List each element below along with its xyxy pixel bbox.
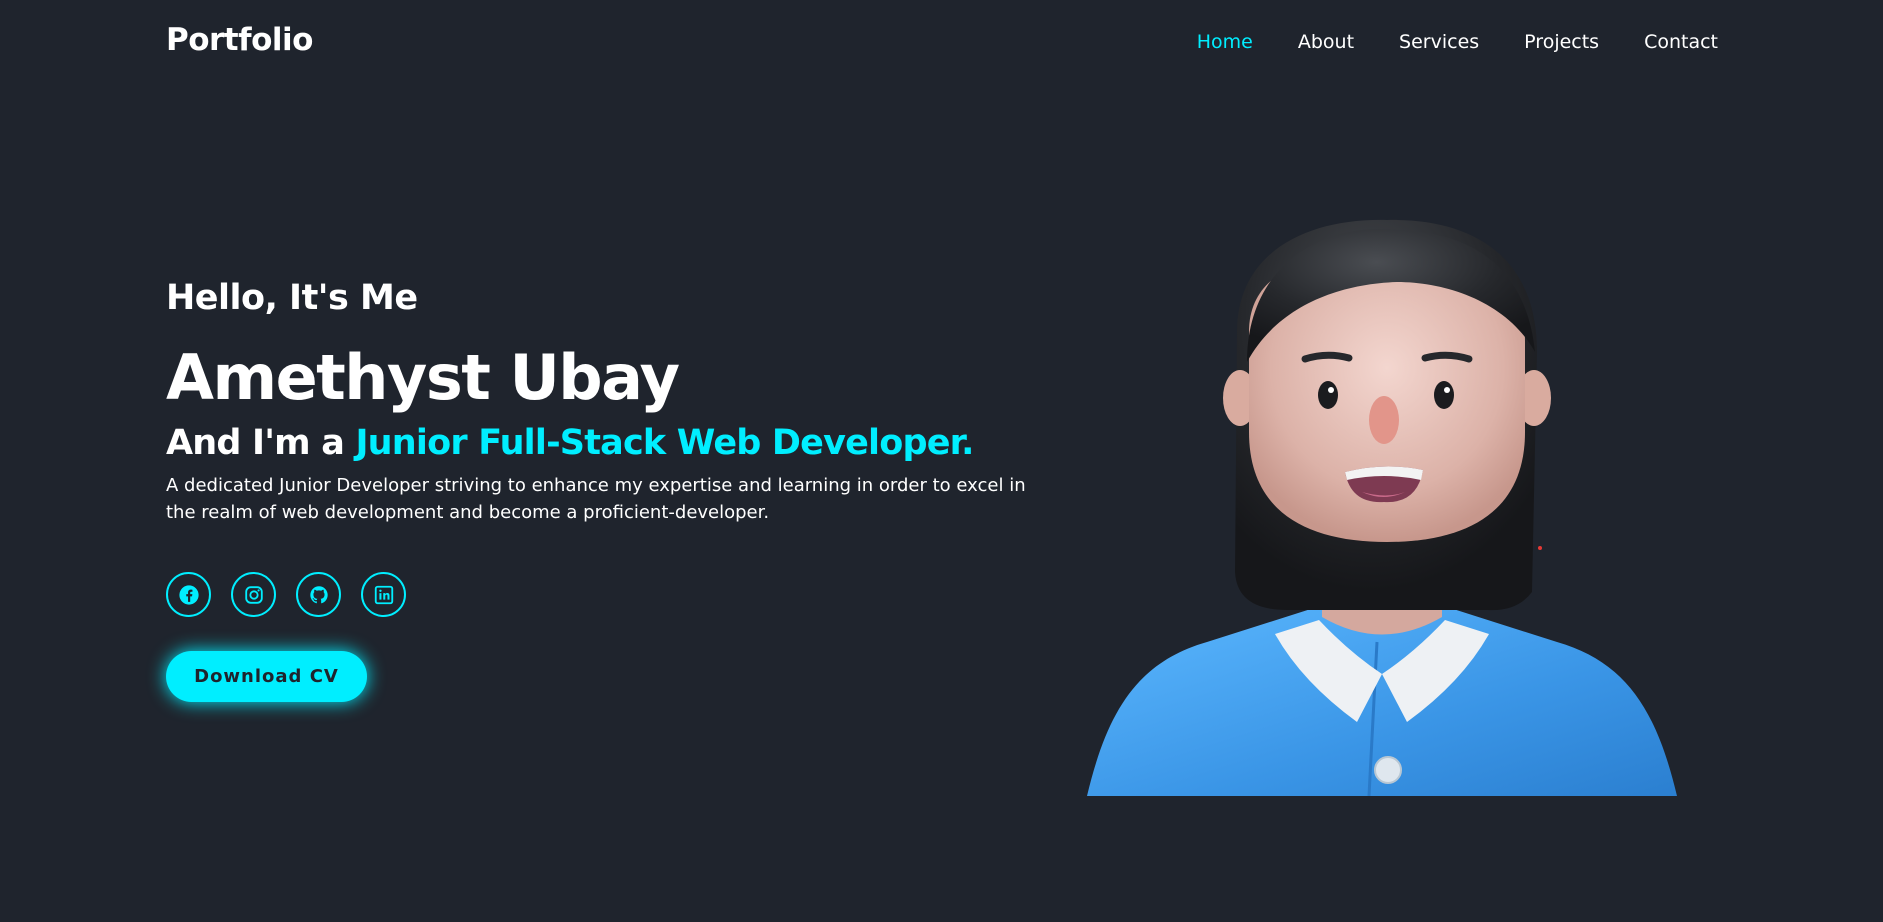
nav-contact[interactable]: Contact: [1644, 31, 1718, 53]
site-header: Portfolio Home About Services Projects C…: [0, 0, 1883, 88]
linkedin-link[interactable]: [361, 572, 406, 617]
github-link[interactable]: [296, 572, 341, 617]
portfolio-page: Portfolio Home About Services Projects C…: [0, 0, 1883, 922]
instagram-icon: [244, 585, 263, 604]
hero-section: Hello, It's Me Amethyst Ubay And I'm a J…: [166, 278, 1036, 702]
linkedin-icon: [374, 585, 393, 604]
github-icon: [309, 585, 328, 603]
main-nav: Home About Services Projects Contact: [1197, 31, 1718, 53]
greeting: Hello, It's Me: [166, 278, 418, 318]
hero-description: A dedicated Junior Developer striving to…: [166, 475, 1026, 523]
role-highlight: Junior Full-Stack Web Developer.: [355, 423, 974, 463]
nav-home[interactable]: Home: [1197, 31, 1253, 53]
nav-services[interactable]: Services: [1399, 31, 1479, 53]
hero-role: And I'm a Junior Full-Stack Web Develope…: [166, 422, 1036, 464]
nav-projects[interactable]: Projects: [1524, 31, 1599, 53]
facebook-link[interactable]: [166, 572, 211, 617]
avatar-illustration: [1087, 212, 1677, 796]
nav-about[interactable]: About: [1298, 31, 1354, 53]
red-dot: [1538, 546, 1542, 550]
facebook-icon: [178, 584, 199, 605]
logo[interactable]: Portfolio: [166, 22, 313, 58]
download-cv-button[interactable]: Download CV: [166, 651, 367, 702]
instagram-link[interactable]: [231, 572, 276, 617]
role-prefix: And I'm a: [166, 423, 356, 463]
social-links: [166, 572, 1036, 617]
avatar-3d-icon: [1087, 219, 1677, 796]
hero-name: Amethyst Ubay: [166, 341, 680, 414]
